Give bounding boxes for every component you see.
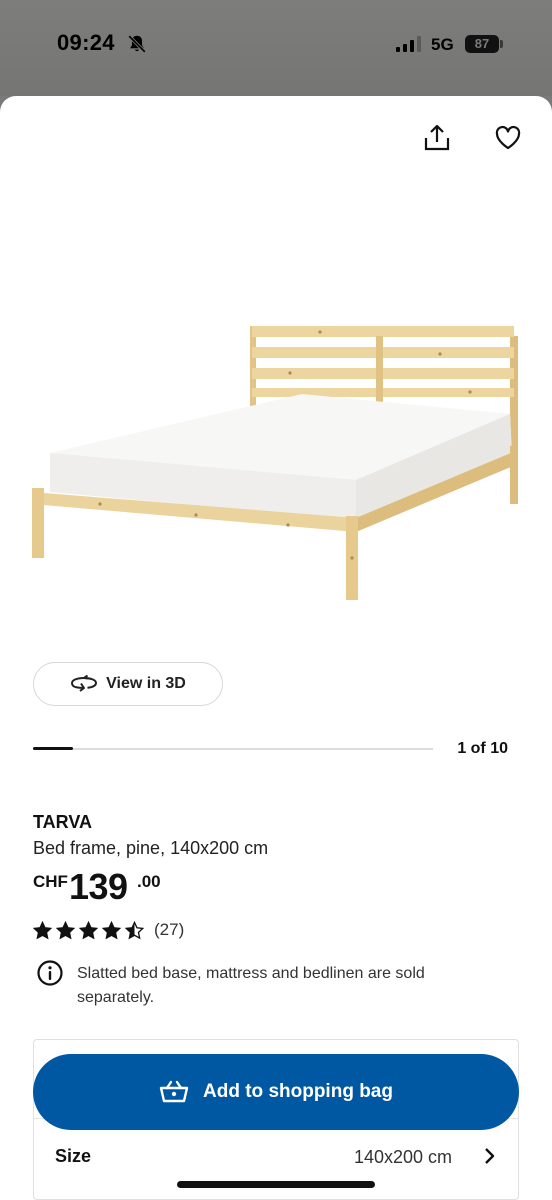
share-button[interactable] [417,118,457,158]
status-bar: 09:24 5G 87 [0,0,552,96]
favourite-button[interactable] [488,118,528,158]
battery-tip [500,40,503,48]
size-label: Size [55,1146,92,1166]
gallery-progress-fill [33,747,73,750]
star-icon [79,920,98,939]
gallery-counter: 1 of 10 [457,740,508,757]
product-image[interactable] [20,296,532,616]
size-value: 140x200 cm [353,1147,452,1167]
product-rating[interactable]: (27) [33,920,184,940]
status-time: 09:24 [57,30,115,55]
gallery-progress-track [33,747,433,750]
product-name: TARVA [33,812,93,832]
add-to-bag-label: Add to shopping bag [203,1081,393,1102]
product-sheet: View in 3D 1 of 10 TARVA Bed frame, pine… [0,96,552,1200]
price-currency: CHF [33,872,68,891]
chevron-right-icon [485,1148,495,1164]
price-integer: 139 [69,866,128,907]
size-selector-row[interactable]: Size 140x200 cm [33,1136,519,1176]
bell-muted-icon [128,35,146,53]
rating-stars [33,920,144,940]
product-description: Bed frame, pine, 140x200 cm [33,838,269,858]
star-icon [33,920,52,939]
add-to-bag-button[interactable]: Add to shopping bag [33,1054,519,1130]
battery-icon: 87 [465,35,499,53]
rating-count: (27) [154,920,185,939]
star-icon [56,920,75,939]
star-icon [125,920,144,939]
network-type: 5G [431,35,454,54]
signal-icon [396,36,421,52]
info-icon [37,960,63,986]
heart-icon [495,125,521,150]
share-icon [424,124,450,151]
rotate-icon [71,675,98,692]
shopping-basket-icon [159,1080,189,1103]
view-in-3d-label: View in 3D [106,675,186,692]
sold-separately-notice: Slatted bed base, mattress and bedlinen … [77,965,425,1006]
price-decimals: .00 [137,872,161,891]
star-icon [102,920,121,939]
view-in-3d-button[interactable]: View in 3D [33,662,223,706]
home-indicator[interactable] [177,1181,375,1188]
